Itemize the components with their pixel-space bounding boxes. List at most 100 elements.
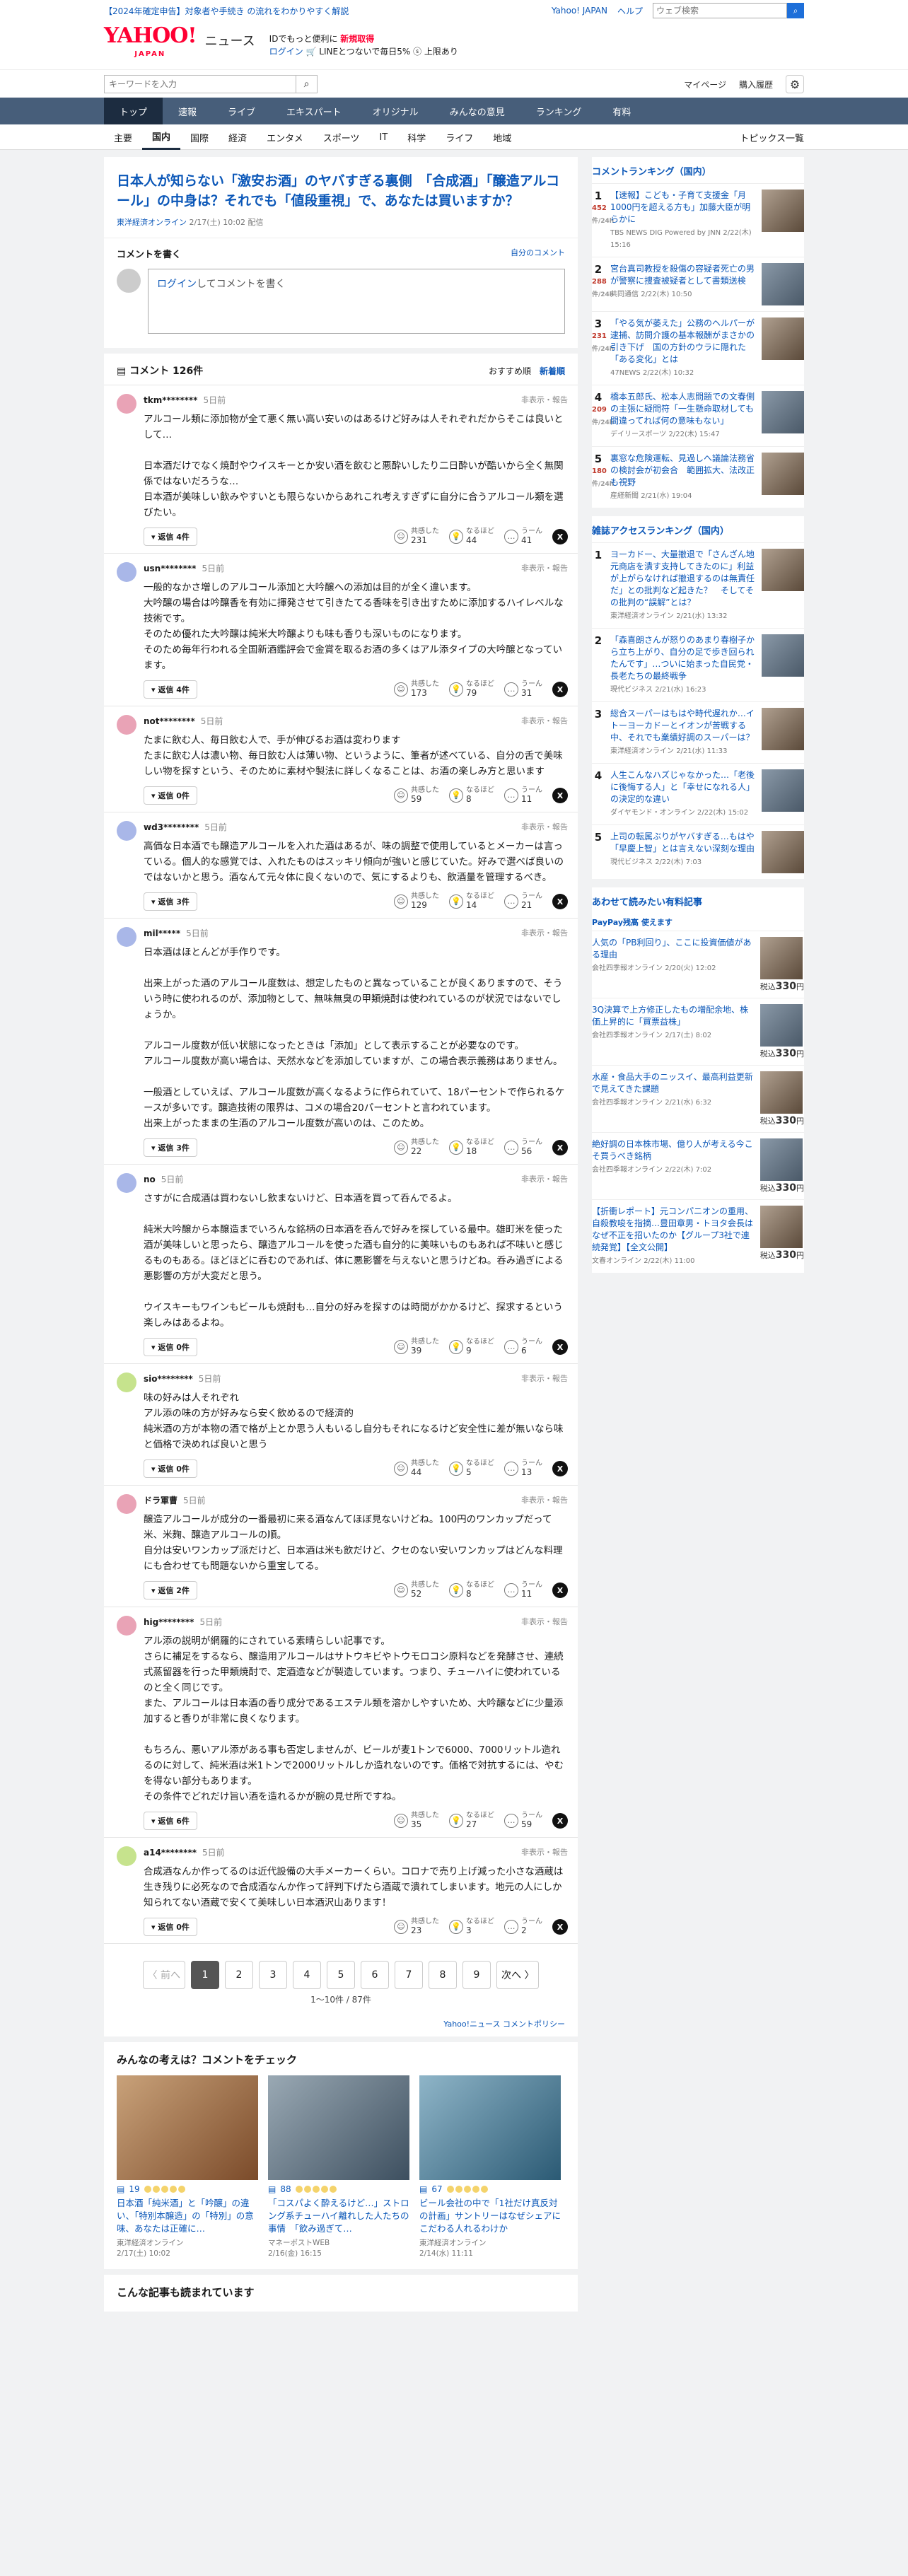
page-button[interactable]: 2 <box>225 1961 253 1989</box>
x-share-icon[interactable]: X <box>552 1339 568 1355</box>
paid-item[interactable]: 【折衝レポート】元コンパニオンの重用、自殺教唆を指摘…豊田章男・トヨタ会長はなぜ… <box>592 1199 804 1273</box>
ranking-title-link[interactable]: 「森喜朗さんが怒りのあまり春樹子から立ち上がり、自分の足で歩き回られたんです」…… <box>610 635 755 681</box>
report-link[interactable]: 非表示・報告 <box>521 1372 568 1385</box>
reply-button[interactable]: ▾ 返信 0件 <box>144 1918 197 1936</box>
page-button[interactable]: 4 <box>293 1961 321 1989</box>
topics-link[interactable]: トピックス一覧 <box>730 124 804 150</box>
reaction-uun[interactable]: … うーん 21 <box>504 892 542 911</box>
paid-title-link[interactable]: 人気の「PB利回り」、ここに投資価値がある理由 <box>592 938 751 960</box>
ranking-item[interactable]: 5 180 件/24h 裏窓な危険運転、見過しへ議論法務省の検討会が初会合 範囲拡大、… <box>592 446 804 508</box>
page-button[interactable]: 9 <box>462 1961 491 1989</box>
ranking-item[interactable]: 2 288 件/24h 宮台真司教授を殺傷の容疑者死亡の男が警察に捜査被疑者として書類… <box>592 257 804 311</box>
subnav-item[interactable]: ライフ <box>436 124 483 150</box>
reaction-uun[interactable]: … うーん 56 <box>504 1138 542 1157</box>
help-link[interactable]: ヘルプ <box>617 5 643 17</box>
ranking-title-link[interactable]: 橋本五郎氏、松本人志問題での文春側の主張に疑問符「一生懸命取材しても間違ってれば… <box>610 392 755 426</box>
ranking-title-link[interactable]: 「やる気が萎えた」公務のヘルパーが逮捕、訪問介護の基本報酬がまさかの引き下げ 国… <box>610 318 755 364</box>
report-link[interactable]: 非表示・報告 <box>521 715 568 727</box>
user-name[interactable]: hig******** <box>144 1617 194 1627</box>
ranking-title-link[interactable]: 裏窓な危険運転、見過しへ議論法務省の検討会が初会合 範囲拡大、法改正も視野 <box>610 453 755 487</box>
user-name[interactable]: sio******** <box>144 1374 193 1384</box>
reaction-naruhodo[interactable]: 💡 なるほど 27 <box>449 1812 494 1830</box>
login-link[interactable]: ログイン <box>269 47 303 57</box>
check-title-link[interactable]: 日本酒「純米酒」と「吟醸」の違い、「特別本醸造」の「特別」の意味、あなたは正確に… <box>117 2197 258 2235</box>
reply-button[interactable]: ▾ 返信 6件 <box>144 1812 197 1830</box>
check-card[interactable]: ▤ 88 「コスパよく酔えるけど…」ストロング系チューハイ離れした人たちの事情 「飲… <box>268 2075 409 2259</box>
report-link[interactable]: 非表示・報告 <box>521 1616 568 1628</box>
search-icon[interactable]: ⌕ <box>296 75 318 93</box>
subnav-item[interactable]: 主要 <box>104 124 142 150</box>
reaction-uun[interactable]: … うーん 11 <box>504 786 542 805</box>
prev-page-button[interactable]: 〈 前へ <box>142 1961 185 1989</box>
reaction-naruhodo[interactable]: 💡 なるほど 79 <box>449 680 494 699</box>
user-name[interactable]: not******** <box>144 716 195 726</box>
ranking-item[interactable]: 3 総合スーパーはもはや時代遅れか…イトーヨーカドーとイオンが苦戦する中、それでも… <box>592 701 804 763</box>
reply-button[interactable]: ▾ 返信 0件 <box>144 1338 197 1356</box>
gnav-item[interactable]: トップ <box>104 98 163 124</box>
ranking-item[interactable]: 1 ヨーカドー、大量撤退で「さんざん地元商店を潰す支持してきたのに」利益が上がらな… <box>592 542 804 628</box>
reply-button[interactable]: ▾ 返信 3件 <box>144 1138 197 1157</box>
signup-link[interactable]: 新規取得 <box>340 34 374 44</box>
ranking-item[interactable]: 2 「森喜朗さんが怒りのあまり春樹子から立ち上がり、自分の足で歩き回られたんです」… <box>592 628 804 701</box>
paid-title-link[interactable]: 【折衝レポート】元コンパニオンの重用、自殺教唆を指摘…豊田章男・トヨタ会長はなぜ… <box>592 1206 753 1252</box>
reaction-naruhodo[interactable]: 💡 なるほど 8 <box>449 786 494 805</box>
subnav-item[interactable]: IT <box>369 124 397 150</box>
ranking-title-link[interactable]: ヨーカドー、大量撤退で「さんざん地元商店を潰す支持してきたのに」利益が上がらなけ… <box>610 549 755 607</box>
gnav-item[interactable]: 有料 <box>597 98 646 124</box>
user-name[interactable]: ドラ軍曹 <box>144 1496 177 1505</box>
reaction-naruhodo[interactable]: 💡 なるほど 44 <box>449 528 494 546</box>
reaction-uun[interactable]: … うーん 41 <box>504 528 542 546</box>
reaction-kyokan[interactable]: ☺ 共感した 59 <box>394 786 439 805</box>
report-link[interactable]: 非表示・報告 <box>521 394 568 406</box>
reaction-kyokan[interactable]: ☺ 共感した 231 <box>394 528 439 546</box>
ranking-title-link[interactable]: 総合スーパーはもはや時代遅れか…イトーヨーカドーとイオンが苦戦する中、それでも業… <box>610 709 755 742</box>
x-share-icon[interactable]: X <box>552 1583 568 1598</box>
reaction-naruhodo[interactable]: 💡 なるほど 3 <box>449 1918 494 1936</box>
ranking-title-link[interactable]: 上司の転属ぶりがヤバすぎる…もはや「早慶上智」とは言えない深刻な理由 <box>610 832 755 853</box>
paid-item[interactable]: 3Q決算で上方修正したもの増配余地、株価上昇的に「買票益株」 会社四季報オンライン… <box>592 998 804 1065</box>
reaction-kyokan[interactable]: ☺ 共感した 35 <box>394 1812 439 1830</box>
report-link[interactable]: 非表示・報告 <box>521 927 568 939</box>
page-button[interactable]: 6 <box>361 1961 389 1989</box>
keyword-search-input[interactable] <box>104 75 296 93</box>
report-link[interactable]: 非表示・報告 <box>521 1494 568 1506</box>
yahoo-logo[interactable]: YAHOO! JAPAN <box>104 25 197 64</box>
x-share-icon[interactable]: X <box>552 1140 568 1155</box>
paid-title-link[interactable]: 3Q決算で上方修正したもの増配余地、株価上昇的に「買票益株」 <box>592 1005 748 1027</box>
reaction-naruhodo[interactable]: 💡 なるほど 5 <box>449 1459 494 1478</box>
reaction-uun[interactable]: … うーん 11 <box>504 1581 542 1599</box>
reaction-uun[interactable]: … うーん 59 <box>504 1812 542 1830</box>
tax-notice-link[interactable]: 【2024年確定申告】対象者や手続き の流れをわかりやすく解説 <box>104 5 349 17</box>
gnav-item[interactable]: オリジナル <box>357 98 434 124</box>
reaction-kyokan[interactable]: ☺ 共感した 52 <box>394 1581 439 1599</box>
page-button[interactable]: 5 <box>327 1961 355 1989</box>
user-name[interactable]: wd3******** <box>144 822 199 832</box>
x-share-icon[interactable]: X <box>552 1461 568 1476</box>
reply-button[interactable]: ▾ 返信 2件 <box>144 1581 197 1599</box>
gnav-item[interactable]: みんなの意見 <box>434 98 520 124</box>
purchase-history-link[interactable]: 購入履歴 <box>739 78 773 91</box>
reaction-uun[interactable]: … うーん 6 <box>504 1338 542 1356</box>
ranking-item[interactable]: 5 上司の転属ぶりがヤバすぎる…もはや「早慶上智」とは言えない深刻な理由 現代ビジネ… <box>592 824 804 879</box>
user-name[interactable]: no <box>144 1175 156 1184</box>
x-share-icon[interactable]: X <box>552 894 568 909</box>
mypage-link[interactable]: マイページ <box>684 78 726 91</box>
user-name[interactable]: mil***** <box>144 928 180 938</box>
reaction-kyokan[interactable]: ☺ 共感した 23 <box>394 1918 439 1936</box>
reply-button[interactable]: ▾ 返信 4件 <box>144 528 197 546</box>
subnav-item[interactable]: スポーツ <box>313 124 370 150</box>
paid-title-link[interactable]: 水産・食品大手のニッスイ、最高利益更新で見えてきた課題 <box>592 1072 753 1094</box>
search-icon[interactable]: ⌕ <box>787 3 804 18</box>
ranking-item[interactable]: 3 231 件/24h 「やる気が萎えた」公務のヘルパーが逮捕、訪問介護の基本報酬がま… <box>592 311 804 385</box>
reaction-kyokan[interactable]: ☺ 共感した 173 <box>394 680 439 699</box>
reply-button[interactable]: ▾ 返信 4件 <box>144 680 197 699</box>
subnav-item[interactable]: 地域 <box>483 124 521 150</box>
paid-title-link[interactable]: 絶好調の日本株市場、億り人が考える今こそ買うべき銘柄 <box>592 1139 753 1161</box>
own-comments-link[interactable]: 自分のコメント <box>511 247 565 260</box>
web-search-input[interactable] <box>653 3 787 18</box>
reaction-kyokan[interactable]: ☺ 共感した 44 <box>394 1459 439 1478</box>
comment-box[interactable]: ログインしてコメントを書く <box>148 269 565 334</box>
ranking-item[interactable]: 4 人生こんなハズじゃなかった…「老後に後悔する人」と「幸せになれる人」の決定的な… <box>592 763 804 824</box>
subnav-item[interactable]: 科学 <box>397 124 436 150</box>
page-button[interactable]: 8 <box>429 1961 457 1989</box>
